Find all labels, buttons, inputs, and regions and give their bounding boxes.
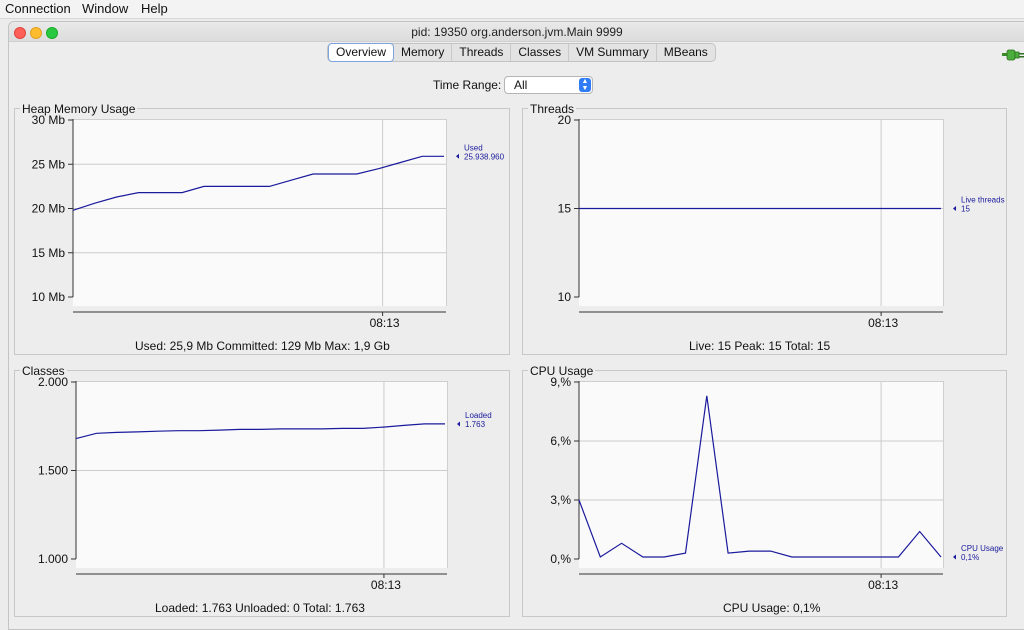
menu-help[interactable]: Help — [141, 1, 168, 16]
series-line — [578, 395, 942, 558]
tab-bar: Overview Memory Threads Classes VM Summa… — [327, 43, 716, 62]
series-marker — [456, 153, 459, 159]
y-tick-label: 1.500 — [38, 464, 68, 478]
x-tick-label: 08:13 — [868, 578, 898, 592]
series-line — [75, 423, 445, 440]
y-tick-label: 0,% — [550, 552, 571, 566]
series-value-label: 0,1% — [961, 553, 979, 562]
series-name-label: Live threads — [961, 196, 1005, 205]
y-tick-label: 25 Mb — [32, 157, 66, 171]
classes-panel: Classes 2.000 1.500 1.000 08:13 Loaded 1.763 … — [14, 364, 510, 617]
threads-panel: Threads 20 15 10 08:13 Live threads 15 Live: … — [522, 102, 1007, 355]
threads-chart: 20 15 10 08:13 Live threads 15 — [558, 113, 1005, 330]
series-name-label: CPU Usage — [961, 544, 1004, 553]
heap-chart-svg: 30 Mb 25 Mb 20 Mb 15 Mb 10 Mb 08:13 Used25.938… — [32, 113, 505, 330]
y-tick-label: 2.000 — [38, 375, 68, 389]
y-tick-label: 10 Mb — [32, 290, 66, 304]
menu-window[interactable]: Window — [82, 1, 128, 16]
y-tick-label: 6,% — [550, 434, 571, 448]
classes-chart-svg: 2.000 1.500 1.000 08:13 Loaded1.763 — [38, 375, 492, 592]
jconsole-window: pid: 19350 org.anderson.jvm.Main 9999 Ov… — [8, 21, 1024, 630]
heap-summary: Used: 25,9 Mb Committed: 129 Mb Max: 1,9… — [135, 339, 390, 353]
series-value-label: 1.763 — [465, 420, 486, 429]
series-value-label: 25.938.960 — [464, 152, 505, 161]
tab-overview[interactable]: Overview — [328, 43, 395, 62]
heap-memory-panel: Heap Memory Usage 30 Mb 25 Mb 20 Mb 15 Mb 10… — [14, 102, 510, 355]
dropdown-arrows-icon: ▲ ▼ — [579, 78, 591, 92]
menu-connection[interactable]: Connection — [5, 1, 71, 16]
y-tick-label: 10 — [558, 290, 572, 304]
y-tick-label: 15 Mb — [32, 246, 66, 260]
y-tick-label: 20 — [558, 113, 572, 127]
series-name-label: Loaded — [465, 411, 492, 420]
y-tick-label: 9,% — [550, 375, 571, 389]
series-marker — [457, 421, 460, 427]
cpu-chart: 9,% 6,% 3,% 0,% 08:13 CPU Usage 0,1% — [550, 375, 1003, 592]
classes-summary: Loaded: 1.763 Unloaded: 0 Total: 1.763 — [155, 601, 365, 615]
series-marker — [953, 206, 956, 211]
tab-vm-summary[interactable]: VM Summary — [569, 44, 657, 61]
cpu-chart-svg: 9,% 6,% 3,% 0,% 08:13 CPU Usage0,1% — [550, 375, 1003, 592]
heap-chart: 30 Mb 25 Mb 20 Mb 15 Mb 10 Mb 08:13 Used 25.938… — [32, 113, 505, 330]
cpu-summary: CPU Usage: 0,1% — [723, 601, 821, 615]
tab-memory[interactable]: Memory — [394, 44, 453, 61]
threads-chart-svg: 20151008:13Live threads15 — [558, 113, 1005, 330]
menu-bar: Connection Window Help — [0, 0, 1024, 19]
x-tick-label: 08:13 — [370, 316, 400, 330]
window-title: pid: 19350 org.anderson.jvm.Main 9999 — [411, 25, 623, 39]
time-range-label: Time Range: — [433, 78, 502, 92]
title-bar[interactable]: pid: 19350 org.anderson.jvm.Main 9999 — [9, 22, 1024, 42]
classes-chart: 2.000 1.500 1.000 08:13 Loaded 1.763 — [38, 375, 492, 592]
series-value-label: 15 — [961, 205, 970, 214]
series-name-label: Used — [464, 143, 483, 152]
y-tick-label: 30 Mb — [32, 113, 66, 127]
x-tick-label: 08:13 — [868, 316, 898, 330]
y-tick-label: 15 — [558, 202, 572, 216]
series-marker — [953, 554, 956, 560]
x-tick-label: 08:13 — [371, 578, 401, 592]
y-tick-label: 20 Mb — [32, 202, 66, 216]
time-range-value: All — [514, 78, 528, 92]
cpu-panel: CPU Usage 9,% 6,% 3,% 0,% 08:13 CPU Usage 0,1%… — [522, 364, 1007, 617]
tab-classes[interactable]: Classes — [511, 44, 570, 61]
y-tick-label: 1.000 — [38, 552, 68, 566]
time-range-select[interactable]: All ▲ ▼ — [504, 76, 593, 94]
tab-threads[interactable]: Threads — [452, 44, 512, 61]
threads-summary: Live: 15 Peak: 15 Total: 15 — [689, 339, 831, 353]
y-tick-label: 3,% — [550, 493, 571, 507]
tab-mbeans[interactable]: MBeans — [657, 44, 715, 61]
